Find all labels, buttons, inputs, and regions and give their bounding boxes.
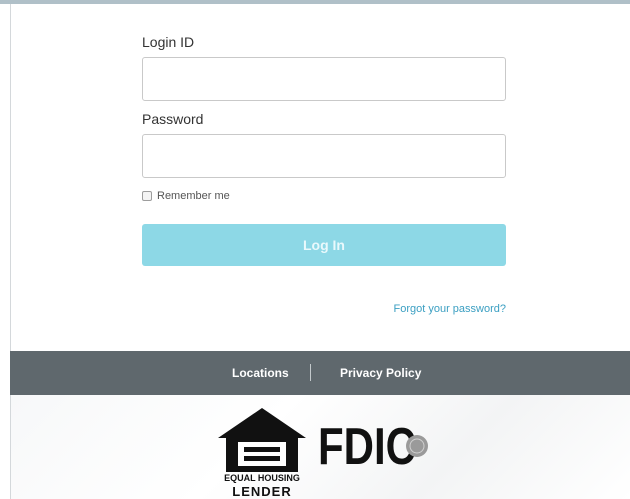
remember-me[interactable]: Remember me — [142, 190, 230, 202]
fdic-text: FDIC — [318, 420, 416, 470]
login-id-label: Login ID — [142, 34, 195, 50]
forgot-password-link[interactable]: Forgot your password? — [394, 303, 507, 315]
footer-link-privacy-policy[interactable]: Privacy Policy — [340, 366, 421, 380]
password-label: Password — [142, 111, 204, 127]
remember-me-label[interactable]: Remember me — [157, 190, 230, 202]
fdic-seal-icon — [406, 435, 428, 457]
lender-text: LENDER — [232, 484, 292, 499]
footer-link-locations[interactable]: Locations — [232, 366, 289, 380]
login-id-input[interactable] — [142, 57, 506, 101]
remember-me-checkbox[interactable] — [142, 191, 152, 201]
login-button[interactable]: Log In — [142, 224, 506, 266]
footer-bar: Locations Privacy Policy — [10, 351, 630, 395]
equal-housing-text: EQUAL HOUSING — [224, 473, 300, 483]
password-input[interactable] — [142, 134, 506, 178]
footer-divider — [310, 364, 311, 381]
fdic-logo: FDIC — [318, 420, 428, 470]
